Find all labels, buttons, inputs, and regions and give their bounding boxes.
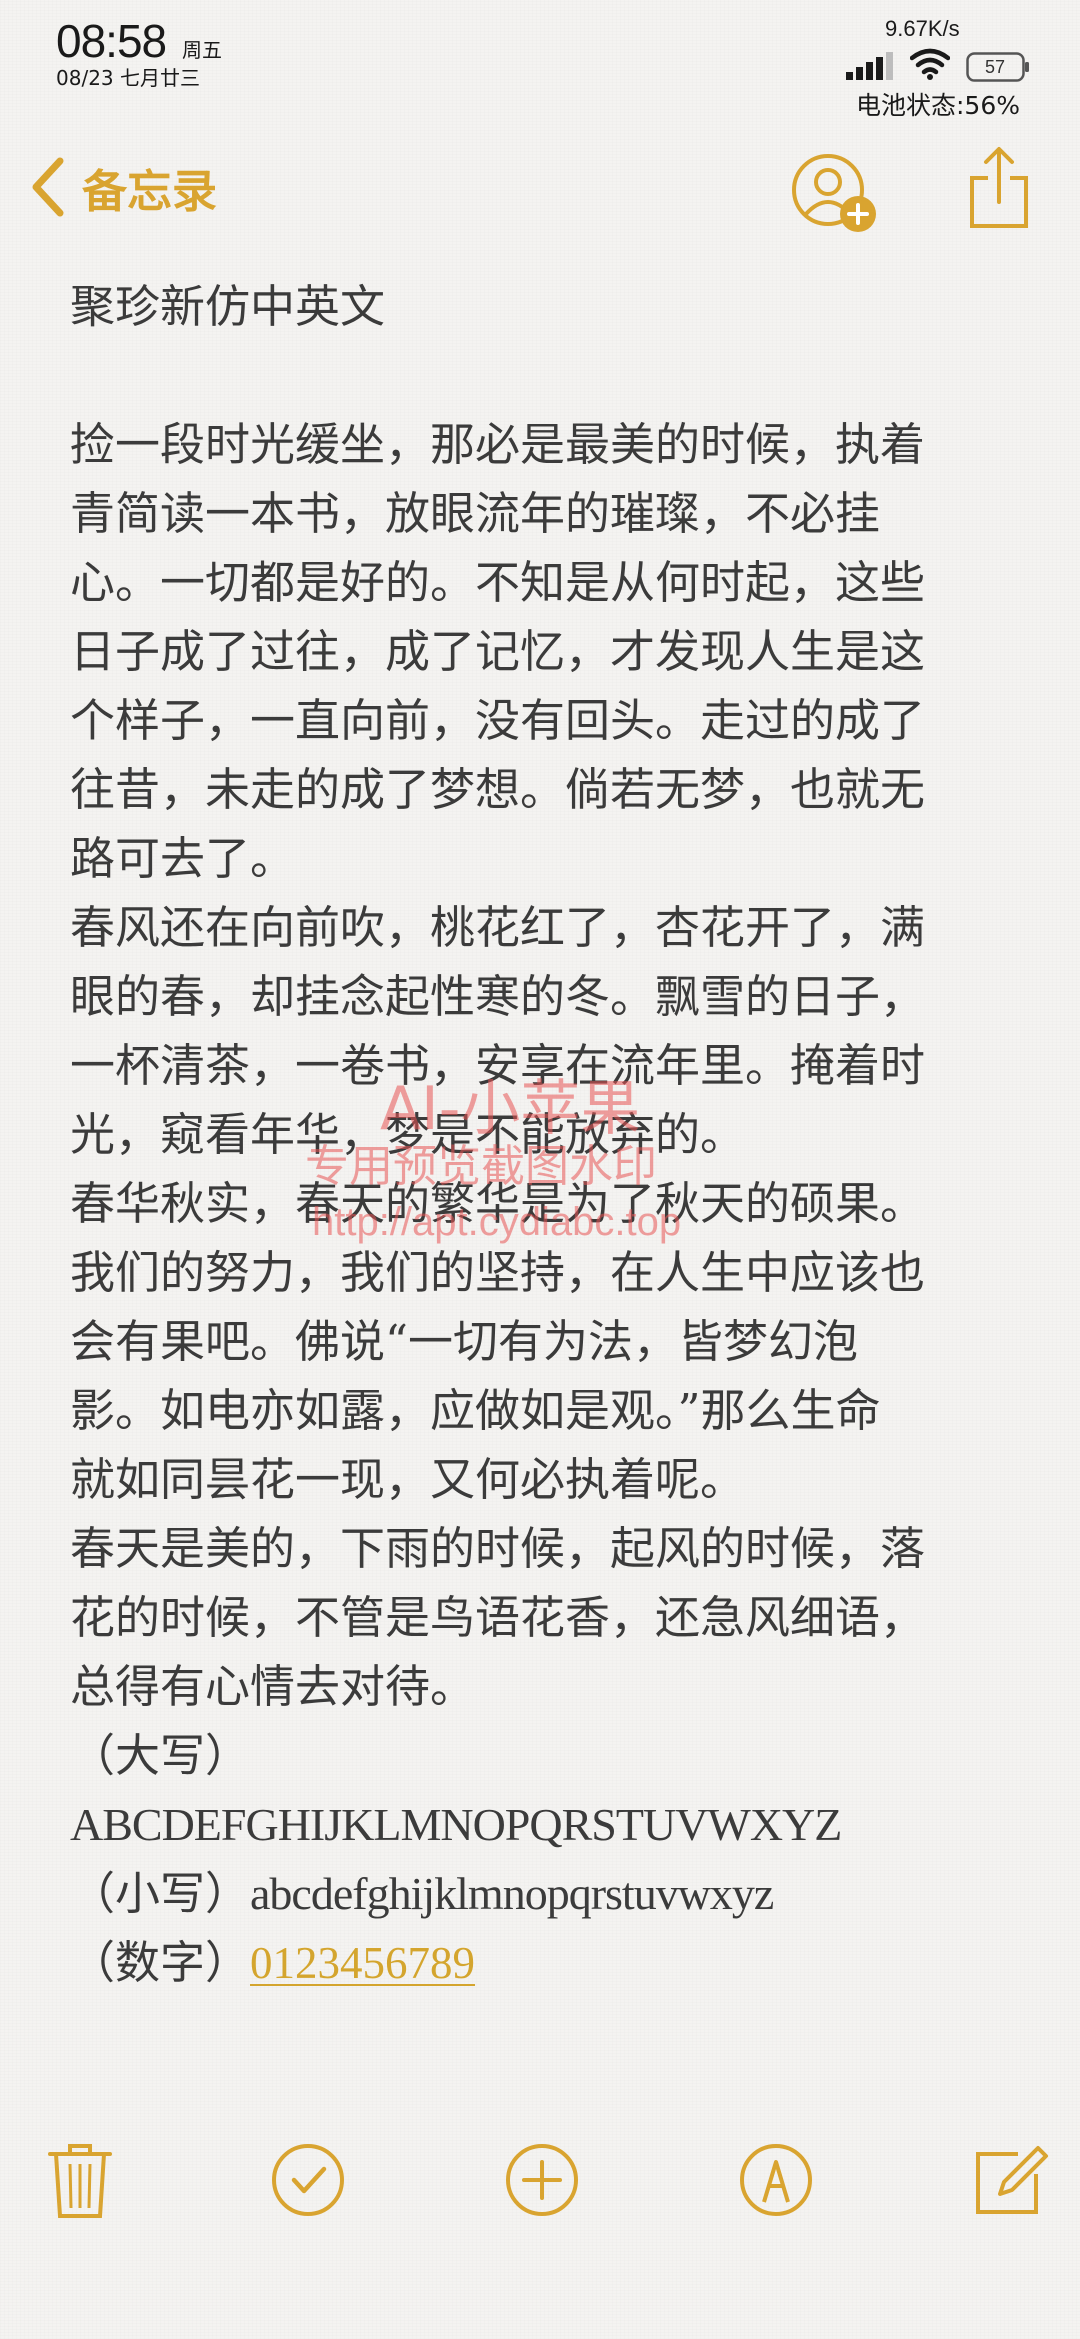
date: 08/23 七月廿三	[56, 66, 200, 90]
network-speed: 9.67K/s	[885, 16, 960, 41]
text-line: 往昔，未走的成了梦想。倘若无梦，也就无	[70, 763, 926, 816]
note-body[interactable]: 聚珍新仿中英文 捡一段时光缓坐，那必是最美的时候，执着 青简读一本书，放眼流年的…	[70, 272, 1030, 1997]
text-line: 一杯清茶，一卷书，安享在流年里。掩着时	[70, 1039, 926, 1092]
note-title: 聚珍新仿中英文	[70, 280, 386, 333]
lowercase-alphabet: abcdefghijklmnopqrstuvwxyz	[250, 1868, 774, 1919]
bottom-toolbar	[0, 2130, 1080, 2230]
digits-label: （数字）	[70, 1936, 251, 1989]
paragraph: 春风还在向前吹，桃花红了，杏花开了，满 眼的春，却挂念起性寒的冬。飘雪的日子， …	[70, 893, 1030, 1169]
navigation-bar: 备忘录	[0, 130, 1080, 250]
text-line: 我们的努力，我们的坚持，在人生中应该也	[70, 1246, 926, 1299]
text-line: 会有果吧。佛说“一切有为法，皆梦幻泡	[70, 1315, 859, 1368]
back-label: 备忘录	[82, 164, 218, 218]
share-icon[interactable]	[966, 144, 1032, 230]
uppercase-alphabet: ABCDEFGHIJKLMNOPQRSTUVWXYZ	[70, 1799, 842, 1850]
chevron-left-icon	[32, 157, 64, 217]
text-line: 花的时候，不管是鸟语花香，还急风细语，	[70, 1591, 926, 1644]
back-button[interactable]: 备忘录	[28, 152, 217, 222]
compose-icon[interactable]	[970, 2140, 1050, 2220]
paragraph: 春天是美的，下雨的时候，起风的时候，落 花的时候，不管是鸟语花香，还急风细语， …	[70, 1514, 1030, 1721]
text-line: 春天是美的，下雨的时候，起风的时候，落	[70, 1522, 926, 1575]
paragraph: 捡一段时光缓坐，那必是最美的时候，执着 青简读一本书，放眼流年的璀璨，不必挂 心…	[70, 410, 1030, 893]
text-line: 眼的春，却挂念起性寒的冬。飘雪的日子，	[70, 970, 926, 1023]
digits-link[interactable]: 0123456789	[250, 1938, 475, 1988]
battery-level: 57	[984, 57, 1006, 77]
text-line: 春华秋实，春天的繁华是为了秋天的硕果。	[70, 1177, 926, 1230]
text-line: 影。如电亦如露，应做如是观。”那么生命	[70, 1384, 881, 1437]
weekday: 周五	[182, 38, 222, 62]
markup-icon[interactable]	[736, 2140, 816, 2220]
checklist-icon[interactable]	[268, 2140, 348, 2220]
text-line: 就如同昙花一现，又何必执着呢。	[70, 1453, 746, 1506]
add-person-icon[interactable]	[790, 150, 880, 236]
clock: 08:58	[56, 15, 167, 67]
text-line: 青简读一本书，放眼流年的璀璨，不必挂	[70, 487, 881, 540]
digits-line: （数字）0123456789	[70, 1928, 1030, 1997]
wifi-icon	[910, 48, 950, 80]
text-line: 春风还在向前吹，桃花红了，杏花开了，满	[70, 901, 926, 954]
uppercase-label: （大写）	[70, 1729, 251, 1782]
add-icon[interactable]	[502, 2140, 582, 2220]
lowercase-label: （小写）	[70, 1867, 251, 1920]
signal-icon	[846, 52, 893, 80]
lowercase-line: （小写）abcdefghijklmnopqrstuvwxyz	[70, 1859, 1030, 1928]
status-bar: 08:58 周五 08/23 七月廿三 9.67K/s 57 电池状态:56%	[0, 0, 1080, 120]
text-line: 总得有心情去对待。	[70, 1660, 476, 1713]
text-line: 日子成了过往，成了记忆，才发现人生是这	[70, 625, 926, 678]
text-line: 捡一段时光缓坐，那必是最美的时候，执着	[70, 418, 926, 471]
text-line: 路可去了。	[70, 832, 296, 885]
battery-status: 电池状态:56%	[856, 91, 1020, 120]
text-line: 心。一切都是好的。不知是从何时起，这些	[70, 556, 926, 609]
trash-icon[interactable]	[40, 2140, 120, 2220]
text-line: 个样子，一直向前，没有回头。走过的成了	[70, 694, 926, 747]
text-line: 光，窥看年华，梦是不能放弃的。	[70, 1108, 746, 1161]
paragraph: 春华秋实，春天的繁华是为了秋天的硕果。 我们的努力，我们的坚持，在人生中应该也 …	[70, 1169, 1030, 1514]
